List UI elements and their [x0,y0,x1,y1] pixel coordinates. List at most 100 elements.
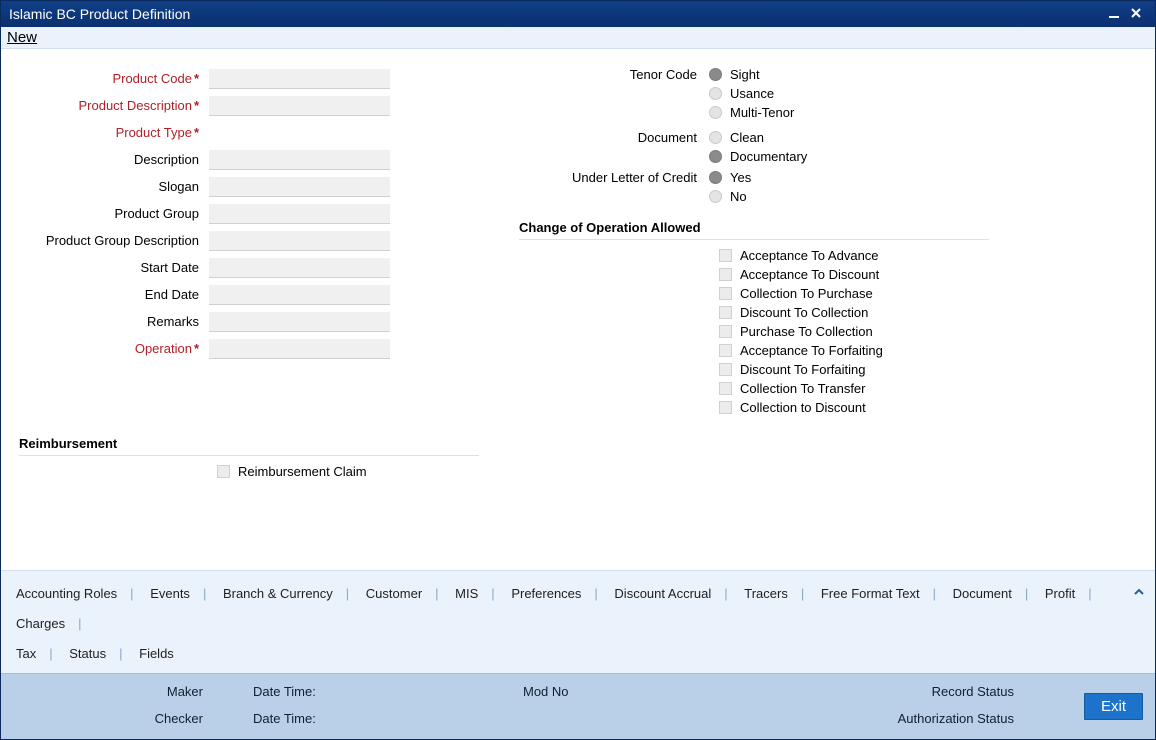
checkbox-change-op-8[interactable] [719,401,732,414]
checkbox-change-op-5[interactable] [719,344,732,357]
tab-events[interactable]: Events [147,586,193,601]
status-checker-label: Checker [155,711,203,726]
input-remarks[interactable] [209,312,390,332]
radio-doc-documentary[interactable] [709,150,722,163]
tab-status[interactable]: Status [66,646,109,661]
tab-customer[interactable]: Customer [363,586,425,601]
checkbox-reimbursement-claim[interactable] [217,465,230,478]
label-change-op-2: Collection To Purchase [740,286,873,301]
status-record-status-label: Record Status [932,684,1014,699]
label-remarks: Remarks [19,314,209,329]
label-product-group: Product Group [19,206,209,221]
label-loc-no: No [730,189,747,204]
section-reimbursement: Reimbursement [19,432,479,456]
label-tenor-code: Tenor Code [519,65,709,82]
tab-tax[interactable]: Tax [13,646,39,661]
label-product-type: Product Type* [19,125,209,140]
label-tenor-usance: Usance [730,86,774,101]
row-tenor-code: Tenor Code Sight Usance Multi-Tenor [519,65,1137,122]
label-change-op-0: Acceptance To Advance [740,248,879,263]
window-title: Islamic BC Product Definition [9,6,1103,22]
input-product-description[interactable] [209,96,390,116]
tab-document[interactable]: Document [950,586,1015,601]
status-datetime-label-2: Date Time: [253,711,316,726]
label-start-date: Start Date [19,260,209,275]
menu-bar: New [1,27,1155,49]
tab-tracers[interactable]: Tracers [741,586,791,601]
label-tenor-sight: Sight [730,67,760,82]
tab-profit[interactable]: Profit [1042,586,1078,601]
input-product-code[interactable] [209,69,390,89]
section-change-operation: Change of Operation Allowed [519,216,989,240]
status-maker-label: Maker [167,684,203,699]
tab-branch-currency[interactable]: Branch & Currency [220,586,336,601]
checkbox-change-op-7[interactable] [719,382,732,395]
radio-tenor-usance[interactable] [709,87,722,100]
close-button[interactable] [1125,5,1147,23]
label-change-op-7: Collection To Transfer [740,381,866,396]
label-change-op-4: Purchase To Collection [740,324,873,339]
checkbox-change-op-2[interactable] [719,287,732,300]
status-modno-label: Mod No [523,684,773,699]
label-under-loc: Under Letter of Credit [519,168,709,185]
checkbox-change-op-4[interactable] [719,325,732,338]
input-end-date[interactable] [209,285,390,305]
radio-tenor-multi[interactable] [709,106,722,119]
form-content: Product Code* Product Description* Produ… [1,49,1155,570]
tab-free-format-text[interactable]: Free Format Text [818,586,923,601]
radio-doc-clean[interactable] [709,131,722,144]
checkbox-change-op-6[interactable] [719,363,732,376]
input-start-date[interactable] [209,258,390,278]
tab-preferences[interactable]: Preferences [508,586,584,601]
tab-discount-accrual[interactable]: Discount Accrual [611,586,714,601]
label-tenor-multi: Multi-Tenor [730,105,794,120]
status-datetime-label-1: Date Time: [253,684,316,699]
label-change-op-6: Discount To Forfaiting [740,362,866,377]
row-under-loc: Under Letter of Credit Yes No [519,168,1137,206]
label-end-date: End Date [19,287,209,302]
input-product-group[interactable] [209,204,390,224]
label-product-code: Product Code* [19,71,209,86]
input-slogan[interactable] [209,177,390,197]
label-document: Document [519,128,709,145]
input-product-group-description[interactable] [209,231,390,251]
checkbox-change-op-1[interactable] [719,268,732,281]
menu-new[interactable]: New [5,29,39,46]
label-reimbursement-claim: Reimbursement Claim [238,464,367,479]
checkbox-change-op-0[interactable] [719,249,732,262]
label-slogan: Slogan [19,179,209,194]
radio-tenor-sight[interactable] [709,68,722,81]
tab-mis[interactable]: MIS [452,586,481,601]
label-change-op-5: Acceptance To Forfaiting [740,343,883,358]
left-column: Product Code* Product Description* Produ… [19,65,489,566]
label-change-op-8: Collection to Discount [740,400,866,415]
label-product-group-description: Product Group Description [19,233,209,248]
label-doc-clean: Clean [730,130,764,145]
checkbox-change-op-3[interactable] [719,306,732,319]
status-bar: Maker Checker Date Time: Date Time: Mod … [1,673,1155,739]
app-window: Islamic BC Product Definition New Produc… [0,0,1156,740]
right-column: Tenor Code Sight Usance Multi-Tenor Docu… [489,65,1137,566]
tab-fields[interactable]: Fields [136,646,177,661]
tab-charges[interactable]: Charges [13,616,68,631]
label-change-op-3: Discount To Collection [740,305,868,320]
row-document: Document Clean Documentary [519,128,1137,166]
label-doc-documentary: Documentary [730,149,807,164]
label-product-description: Product Description* [19,98,209,113]
title-bar: Islamic BC Product Definition [1,1,1155,27]
label-change-op-1: Acceptance To Discount [740,267,879,282]
radio-loc-yes[interactable] [709,171,722,184]
label-operation: Operation* [19,341,209,356]
tab-accounting-roles[interactable]: Accounting Roles [13,586,120,601]
bottom-tab-bar: Accounting Roles| Events| Branch & Curre… [1,570,1155,673]
row-reimbursement-claim: Reimbursement Claim [19,462,489,481]
minimize-button[interactable] [1103,5,1125,23]
exit-button[interactable]: Exit [1084,693,1143,720]
label-description: Description [19,152,209,167]
status-auth-status-label: Authorization Status [898,711,1014,726]
radio-loc-no[interactable] [709,190,722,203]
input-operation[interactable] [209,339,390,359]
scroll-up-icon[interactable] [1133,579,1145,609]
input-description[interactable] [209,150,390,170]
label-loc-yes: Yes [730,170,751,185]
